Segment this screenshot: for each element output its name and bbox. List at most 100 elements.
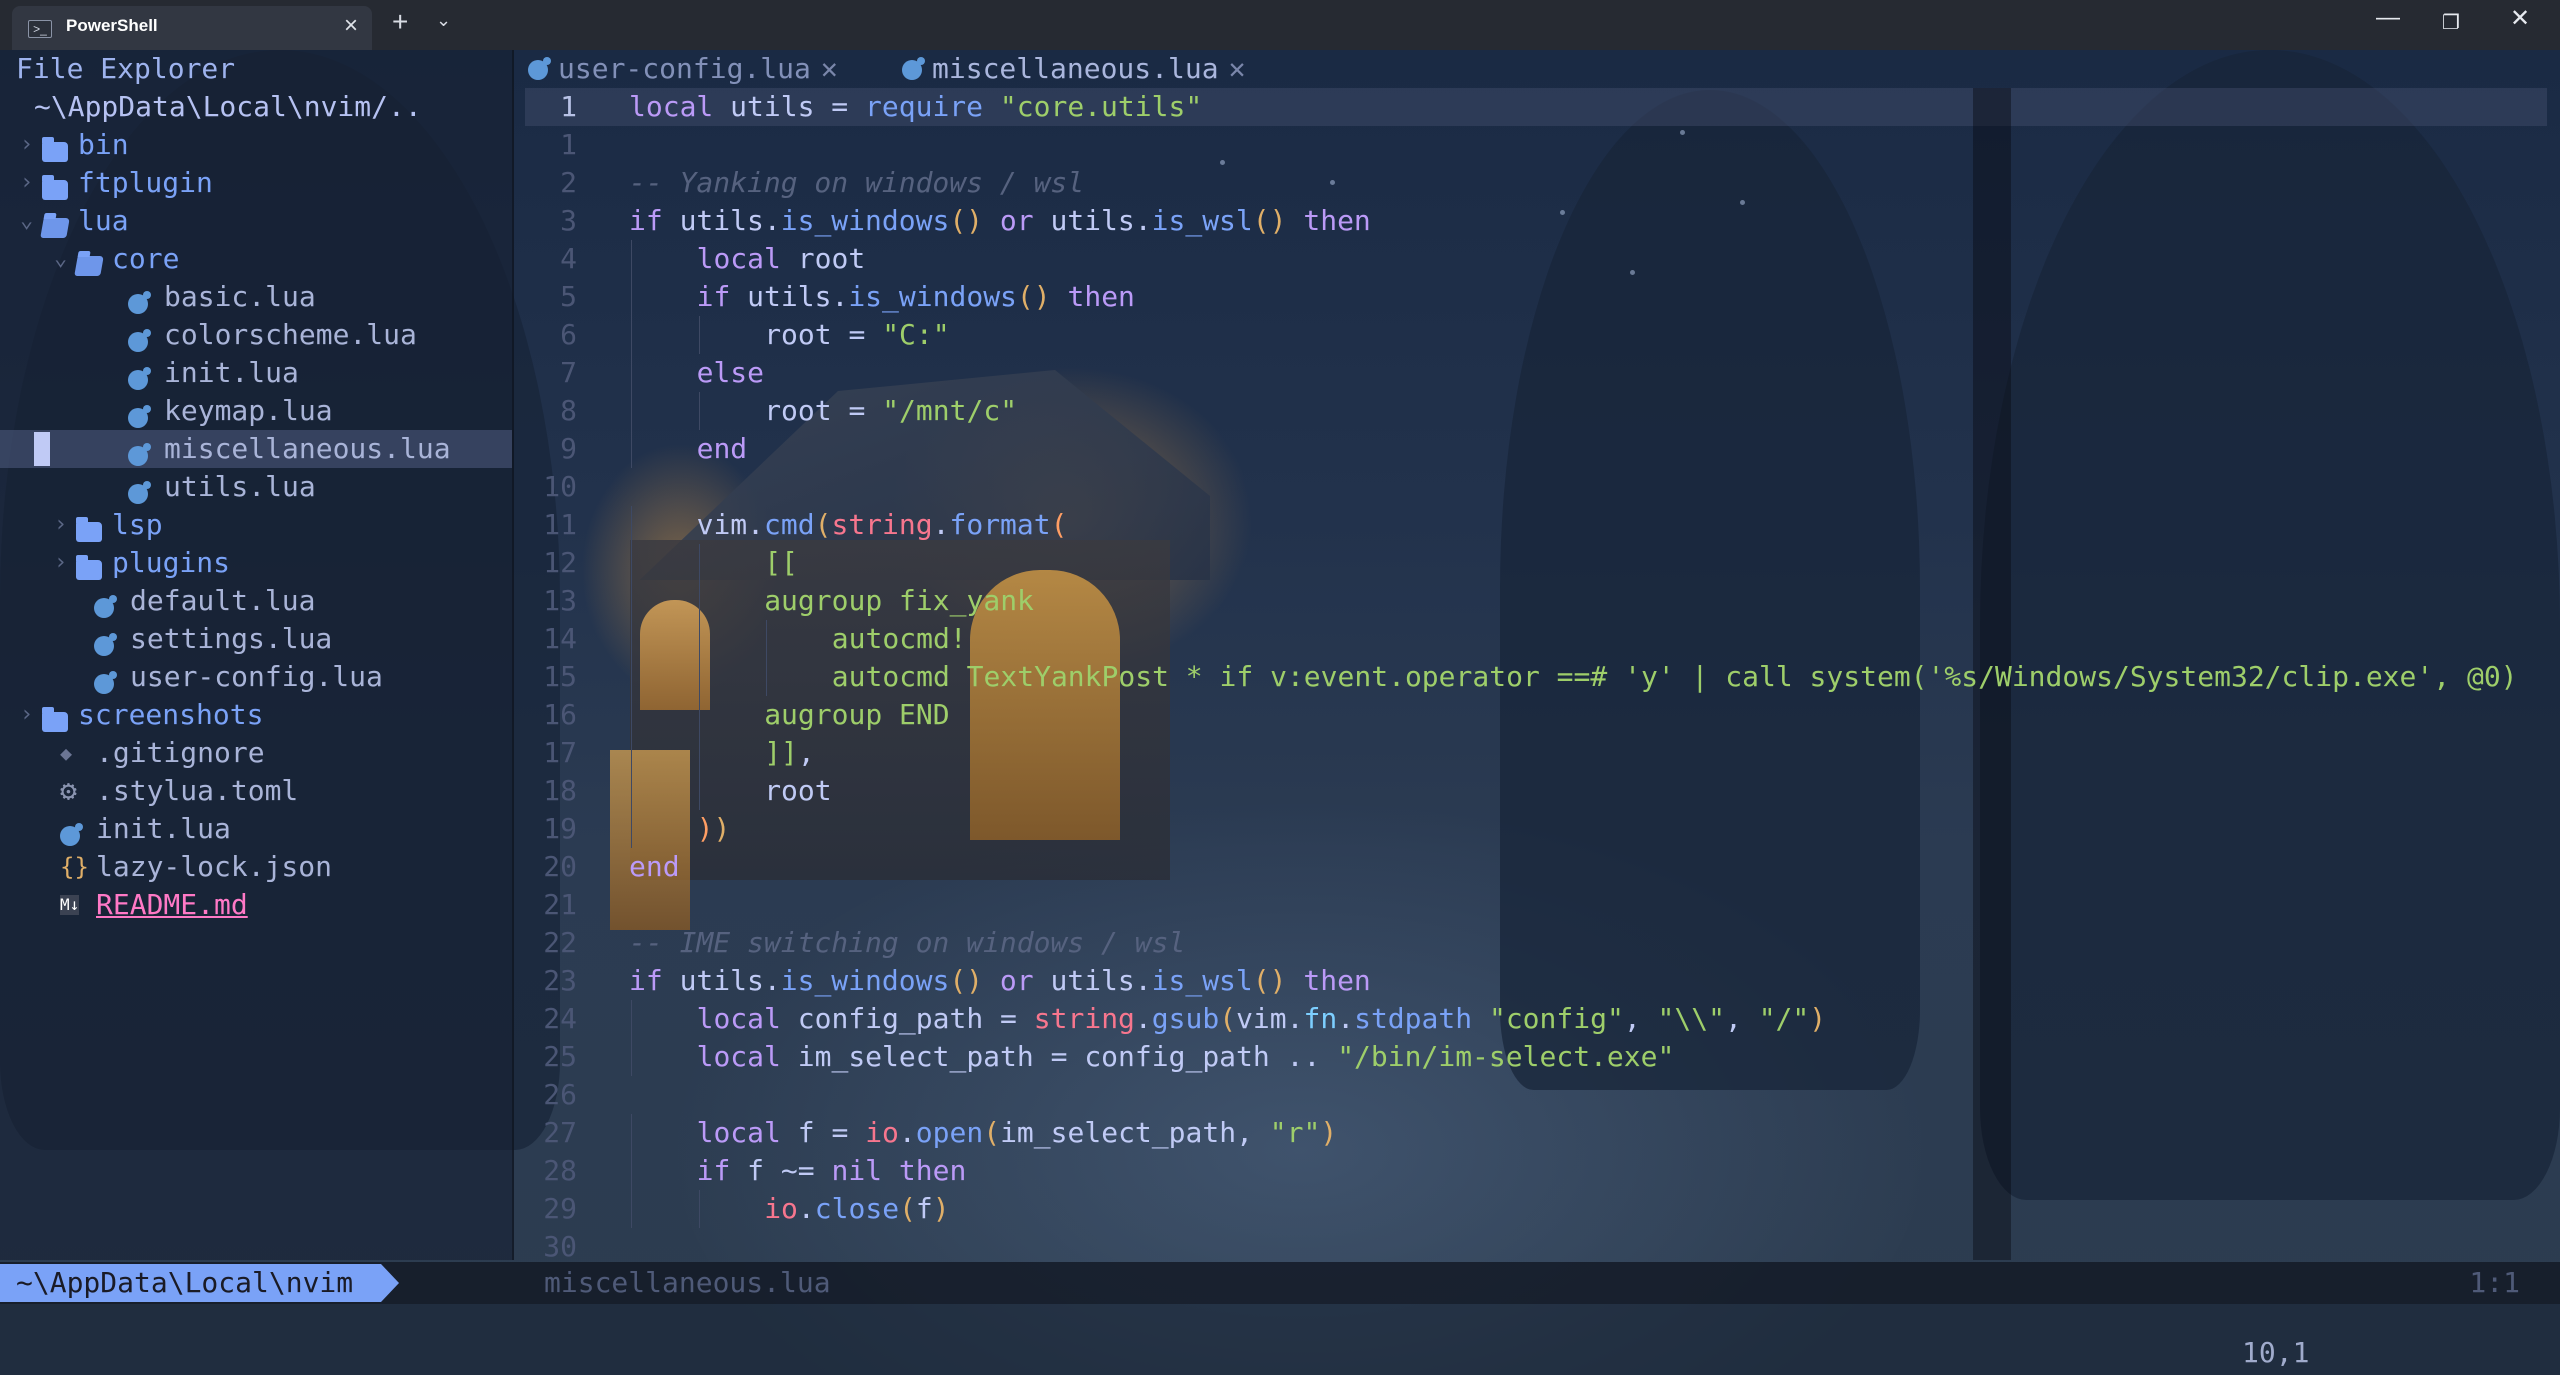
code-token: ) [713, 812, 731, 845]
explorer-item[interactable]: init.lua [0, 810, 512, 848]
explorer-item[interactable]: › ftplugin [0, 164, 512, 202]
explorer-item[interactable]: ◆ .gitignore [0, 734, 512, 772]
indent-guide [631, 544, 632, 582]
code-token: ( [814, 508, 832, 541]
code-token: string [831, 508, 933, 541]
line-number: 26 [543, 1078, 577, 1111]
chevron-down-icon[interactable]: ⌄ [20, 202, 40, 240]
command-line[interactable]: 10,1 [0, 1304, 2560, 1375]
indent-guide [631, 620, 632, 658]
line-number: 23 [543, 964, 577, 997]
explorer-item[interactable]: utils.lua [0, 468, 512, 506]
explorer-item-label: colorscheme.lua [164, 318, 417, 351]
explorer-item[interactable]: ⌄ lua [0, 202, 512, 240]
code-token: is_windows [780, 964, 950, 997]
code-token: . [898, 1116, 916, 1149]
explorer-item-label: keymap.lua [164, 394, 333, 427]
code-token: then [1303, 964, 1371, 997]
explorer-item[interactable]: settings.lua [0, 620, 512, 658]
explorer-root-path[interactable]: ~\AppData\Local\nvim/.. [34, 90, 422, 123]
tab-dropdown-button[interactable]: ⌄ [436, 10, 451, 31]
indent-guide [631, 772, 632, 810]
chevron-down-icon[interactable]: ⌄ [54, 240, 74, 278]
indent-guide [631, 734, 632, 772]
chevron-right-icon[interactable]: › [20, 126, 40, 164]
terminal-tab[interactable]: >_ PowerShell × [12, 6, 372, 50]
gear-icon: ⚙ [60, 774, 77, 807]
explorer-item-label: plugins [112, 546, 231, 579]
explorer-item-label: utils.lua [164, 470, 316, 503]
code-token: () [1252, 964, 1287, 997]
code-token: if [696, 1154, 731, 1187]
code-text: if utils.is_windows() or utils.is_wsl() … [629, 202, 1371, 240]
explorer-item[interactable]: default.lua [0, 582, 512, 620]
code-editor[interactable]: 1 local utils = require "core.utils" 1 2 -- … [525, 88, 2560, 1263]
chevron-right-icon[interactable]: › [54, 506, 74, 544]
explorer-item[interactable]: miscellaneous.lua [0, 430, 512, 468]
close-tab-icon[interactable]: × [344, 12, 358, 40]
explorer-item[interactable]: › bin [0, 126, 512, 164]
code-token: local [629, 90, 714, 123]
chevron-right-icon[interactable]: › [20, 164, 40, 202]
cursor-ruler: 10,1 [2242, 1336, 2310, 1369]
explorer-item[interactable]: init.lua [0, 354, 512, 392]
code-token: if [696, 280, 731, 313]
explorer-item[interactable]: › plugins [0, 544, 512, 582]
explorer-item[interactable]: colorscheme.lua [0, 316, 512, 354]
code-text: root = "/mnt/c" [764, 392, 1017, 430]
explorer-item[interactable]: basic.lua [0, 278, 512, 316]
code-token: ) [1320, 1116, 1338, 1149]
close-buffer-icon[interactable]: ✕ [821, 52, 838, 85]
status-filename: miscellaneous.lua [544, 1266, 831, 1299]
folder-open-icon [74, 240, 104, 278]
chevron-right-icon[interactable]: › [20, 696, 40, 734]
code-text: vim.cmd(string.format( [697, 506, 1068, 544]
code-token: local [696, 1002, 781, 1035]
indent-guide [631, 506, 632, 544]
line-number: 12 [543, 546, 577, 579]
explorer-item-label: ftplugin [78, 166, 213, 199]
new-tab-button[interactable]: + [392, 6, 408, 38]
buffer-tab-user-config[interactable]: user-config.lua ✕ [528, 50, 838, 88]
close-window-button[interactable]: ✕ [2510, 4, 2530, 33]
explorer-item[interactable]: ⌄ core [0, 240, 512, 278]
explorer-item[interactable]: › lsp [0, 506, 512, 544]
code-text: autocmd! [832, 620, 967, 658]
code-line: 26 [525, 1076, 2560, 1114]
line-number: 2 [560, 166, 577, 199]
line-number: 5 [560, 280, 577, 313]
code-token: "C:" [882, 318, 950, 351]
close-buffer-icon[interactable]: ✕ [1229, 52, 1246, 85]
code-line: 1 local utils = require "core.utils" [525, 88, 2560, 126]
code-token: cmd [764, 508, 815, 541]
line-number: 10 [543, 470, 577, 503]
explorer-item[interactable]: {} lazy-lock.json [0, 848, 512, 886]
explorer-item[interactable]: user-config.lua [0, 658, 512, 696]
explorer-item[interactable]: ⚙ .stylua.toml [0, 772, 512, 810]
explorer-item[interactable]: keymap.lua [0, 392, 512, 430]
explorer-item-label: settings.lua [130, 622, 333, 655]
lua-file-icon [94, 620, 117, 658]
code-token: if [629, 964, 663, 997]
minimize-button[interactable]: — [2376, 4, 2400, 32]
code-token: vim. [696, 508, 765, 541]
code-token: utils. [662, 964, 781, 997]
code-token: end [696, 432, 748, 465]
explorer-item[interactable]: › screenshots [0, 696, 512, 734]
json-file-icon: {} [60, 853, 89, 881]
maximize-button[interactable]: ❐ [2442, 10, 2460, 35]
indent-guide [631, 1152, 632, 1190]
lua-file-icon [128, 354, 151, 392]
code-text: [[ [764, 544, 798, 582]
code-text: local im_select_path = config_path .. "/… [697, 1038, 1675, 1076]
buffer-tab-miscellaneous[interactable]: miscellaneous.lua ✕ [902, 50, 1245, 88]
buffer-tabline: user-config.lua ✕ miscellaneous.lua ✕ [520, 50, 2560, 88]
explorer-item[interactable]: M↓ README.md [0, 886, 512, 924]
lua-file-icon [528, 57, 551, 80]
code-token: root = [764, 394, 883, 427]
chevron-right-icon[interactable]: › [54, 544, 74, 582]
window-titlebar: >_ PowerShell × + ⌄ — ❐ ✕ [0, 0, 2560, 50]
code-token: "/" [1758, 1002, 1810, 1035]
